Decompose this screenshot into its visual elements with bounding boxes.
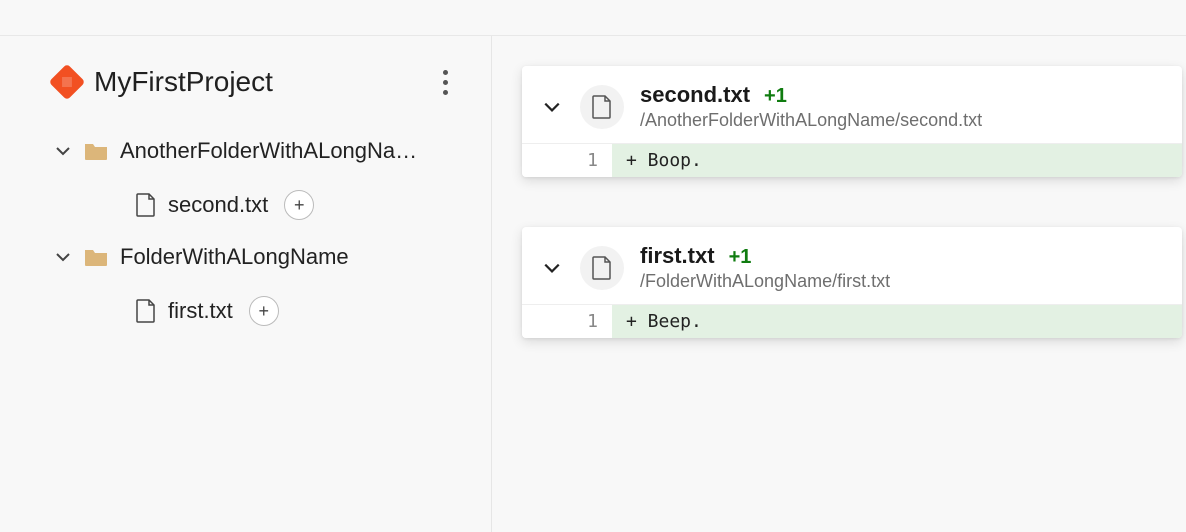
diff-filename[interactable]: second.txt	[640, 82, 750, 108]
stage-file-button[interactable]: +	[249, 296, 279, 326]
diff-filepath: /AnotherFolderWithALongName/second.txt	[640, 110, 982, 131]
tree-folder[interactable]: FolderWithALongName	[54, 244, 481, 270]
project-name: MyFirstProject	[94, 66, 415, 98]
tree-file-label: first.txt	[168, 298, 233, 324]
diff-filename[interactable]: first.txt	[640, 243, 715, 269]
added-line: + Boop.	[612, 143, 1182, 177]
diff-filepath: /FolderWithALongName/first.txt	[640, 271, 890, 292]
tree-folder-label: AnotherFolderWithALongName	[120, 138, 420, 164]
file-icon	[580, 85, 624, 129]
file-icon	[136, 299, 156, 323]
folder-icon	[84, 247, 108, 267]
line-number: 1	[522, 304, 612, 338]
file-tree-sidebar: MyFirstProject AnotherFolderWithALongNam…	[0, 36, 492, 532]
diff-card: first.txt +1 /FolderWithALongName/first.…	[522, 227, 1182, 338]
stage-file-button[interactable]: +	[284, 190, 314, 220]
git-icon	[49, 64, 86, 101]
project-header: MyFirstProject	[54, 66, 481, 98]
line-number: 1	[522, 143, 612, 177]
diff-panel: second.txt +1 /AnotherFolderWithALongNam…	[492, 36, 1186, 532]
tree-file-label: second.txt	[168, 192, 268, 218]
collapse-diff-button[interactable]	[540, 98, 564, 116]
tree-folder-label: FolderWithALongName	[120, 244, 349, 270]
diff-header: second.txt +1 /AnotherFolderWithALongNam…	[522, 66, 1182, 143]
diff-additions-count: +1	[729, 246, 752, 269]
tree-file[interactable]: second.txt +	[136, 190, 481, 220]
diff-card: second.txt +1 /AnotherFolderWithALongNam…	[522, 66, 1182, 177]
tree-file[interactable]: first.txt +	[136, 296, 481, 326]
added-line: + Beep.	[612, 304, 1182, 338]
diff-line: 1 + Boop.	[522, 143, 1182, 177]
diff-line: 1 + Beep.	[522, 304, 1182, 338]
folder-icon	[84, 141, 108, 161]
chevron-down-icon	[54, 143, 72, 159]
collapse-diff-button[interactable]	[540, 259, 564, 277]
file-icon	[580, 246, 624, 290]
diff-additions-count: +1	[764, 85, 787, 108]
project-menu-button[interactable]	[429, 66, 461, 98]
diff-header: first.txt +1 /FolderWithALongName/first.…	[522, 227, 1182, 304]
chevron-down-icon	[54, 249, 72, 265]
top-toolbar-strip	[0, 0, 1186, 36]
tree-folder[interactable]: AnotherFolderWithALongName	[54, 138, 481, 164]
file-icon	[136, 193, 156, 217]
